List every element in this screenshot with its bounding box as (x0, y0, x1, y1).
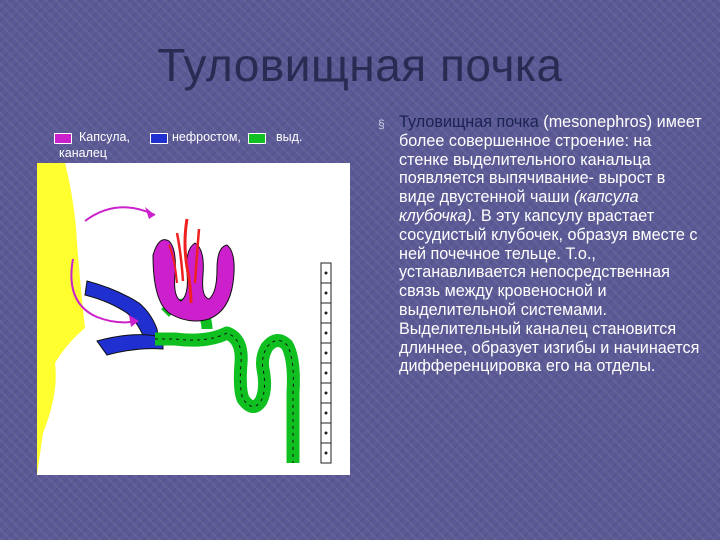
body-paragraph: Туловищная почка (mesonephros) имеет бол… (399, 113, 704, 376)
excretory-duct (155, 326, 300, 463)
mesonephros-diagram (37, 163, 350, 475)
legend-swatch-capsule (54, 133, 72, 144)
flow-arrowhead-upper (145, 207, 155, 219)
flow-arrow-upper (84, 206, 156, 222)
legend-swatch-duct (248, 133, 266, 144)
tissue-region (37, 163, 85, 475)
legend-label-capsule: Капсула, (79, 130, 130, 144)
legend-label-duct: выд. (276, 130, 303, 144)
body-text-part-2: В эту капсулу врастает сосудистый клубоч… (399, 206, 700, 376)
figure-legend: Капсула, нефростом, выд. каналец (52, 130, 352, 164)
legend-swatch-nephrostome (150, 133, 168, 144)
glomerulus-branch-1 (175, 232, 185, 282)
diagram-svg (37, 163, 332, 475)
nephrostome-lower-arm (96, 334, 164, 356)
capsule (152, 239, 235, 322)
body-highlight: Туловищная почка (399, 113, 539, 131)
legend-label-nephrostome: нефростом, (172, 130, 241, 144)
slide-title: Туловищная почка (157, 39, 563, 91)
bullet-marker: § (378, 117, 385, 131)
legend-label-wrap: каналец (59, 146, 107, 160)
excretory-duct-outline (155, 332, 294, 463)
